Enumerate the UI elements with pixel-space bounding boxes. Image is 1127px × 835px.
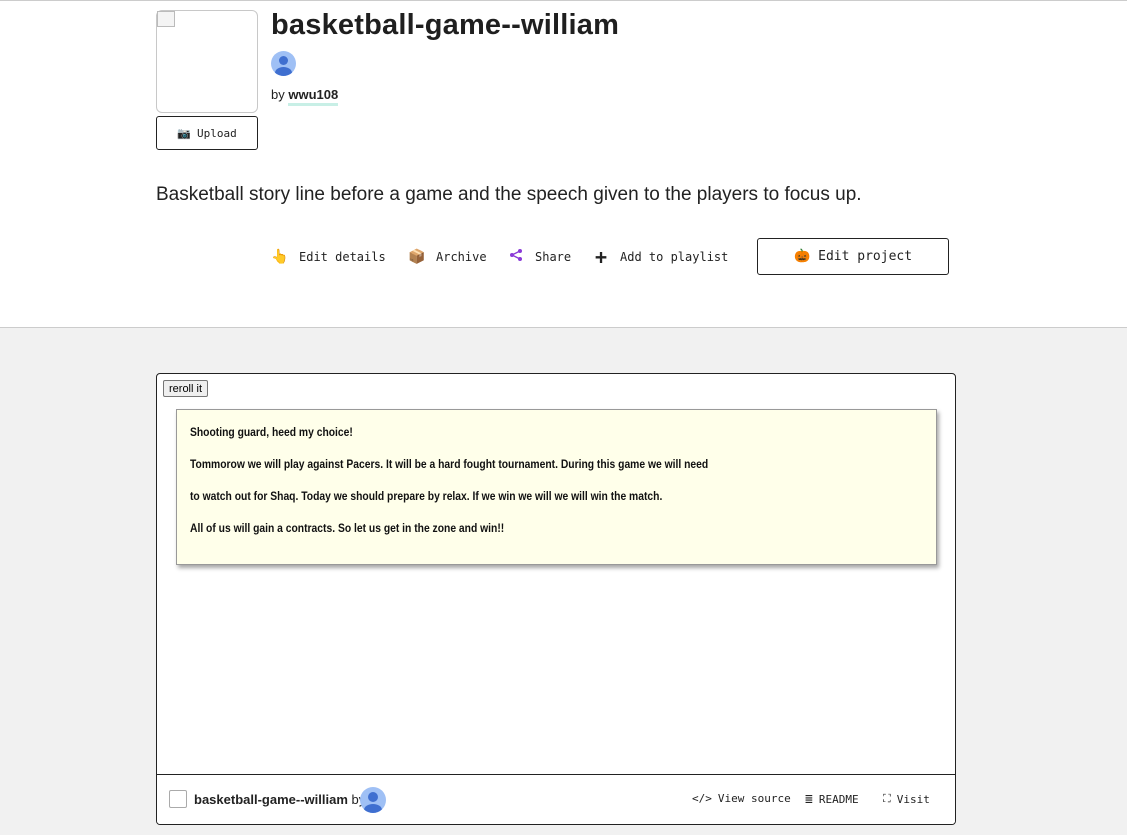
footer-user-avatar[interactable] — [360, 787, 386, 813]
user-avatar[interactable] — [271, 51, 296, 76]
project-description: Basketball story line before a game and … — [156, 184, 862, 205]
share-button[interactable]: Share — [507, 247, 571, 267]
plus-icon: + — [594, 245, 608, 269]
list-icon: ≣ — [805, 792, 813, 807]
edit-details-button[interactable]: 👆 Edit details — [271, 247, 386, 267]
speech-line: All of us will gain a contracts. So let … — [190, 521, 505, 535]
code-icon: </> — [692, 792, 712, 805]
speech-line: Shooting guard, heed my choice! — [190, 425, 353, 439]
edit-project-label: Edit project — [818, 249, 913, 264]
broken-image-icon — [157, 11, 175, 27]
readme-link[interactable]: ≣ README — [805, 792, 859, 807]
edit-project-button[interactable]: 🎃 Edit project — [757, 238, 949, 275]
pumpkin-icon: 🎃 — [793, 249, 811, 264]
visit-label: Visit — [896, 792, 930, 806]
add-to-playlist-label: Add to playlist — [620, 250, 729, 264]
by-label: by — [271, 87, 285, 102]
visit-link[interactable]: ⛶ Visit — [883, 792, 930, 806]
expand-icon: ⛶ — [883, 792, 891, 805]
project-title: basketball-game--william — [271, 9, 620, 41]
footer-project-title: basketball-game--william by — [194, 792, 365, 807]
archive-button[interactable]: 📦 Archive — [408, 247, 487, 267]
upload-button[interactable]: 📷 Upload — [156, 116, 258, 150]
readme-label: README — [818, 793, 859, 806]
reroll-button[interactable]: reroll it — [163, 380, 209, 397]
share-label: Share — [535, 250, 572, 264]
camera-icon: 📷 — [177, 126, 191, 140]
username-link[interactable]: wwu108 — [288, 87, 339, 106]
footer-project-link[interactable]: basketball-game--william — [194, 792, 348, 807]
project-header: 📷 Upload basketball-game--william by wwu… — [0, 0, 1127, 328]
edit-details-label: Edit details — [299, 250, 386, 264]
byline: by wwu108 — [271, 87, 339, 106]
project-thumbnail-checkbox[interactable] — [169, 790, 187, 808]
box-icon: 📦 — [408, 249, 426, 265]
speech-line: Tommorow we will play against Pacers. It… — [190, 457, 709, 471]
archive-label: Archive — [436, 250, 487, 264]
speech-note: Shooting guard, heed my choice! Tommorow… — [176, 409, 937, 565]
speech-line: to watch out for Shaq. Today we should p… — [190, 489, 663, 503]
pointing-hand-icon: 👆 — [271, 249, 289, 265]
view-source-link[interactable]: </> View source — [692, 792, 791, 805]
app-footer: basketball-game--william by </> View sou… — [157, 774, 955, 824]
project-avatar — [156, 10, 258, 113]
add-to-playlist-button[interactable]: + Add to playlist — [592, 245, 729, 269]
view-source-label: View source — [717, 792, 791, 805]
share-icon — [507, 248, 525, 266]
app-frame: reroll it Shooting guard, heed my choice… — [156, 373, 956, 825]
upload-label: Upload — [196, 126, 237, 140]
